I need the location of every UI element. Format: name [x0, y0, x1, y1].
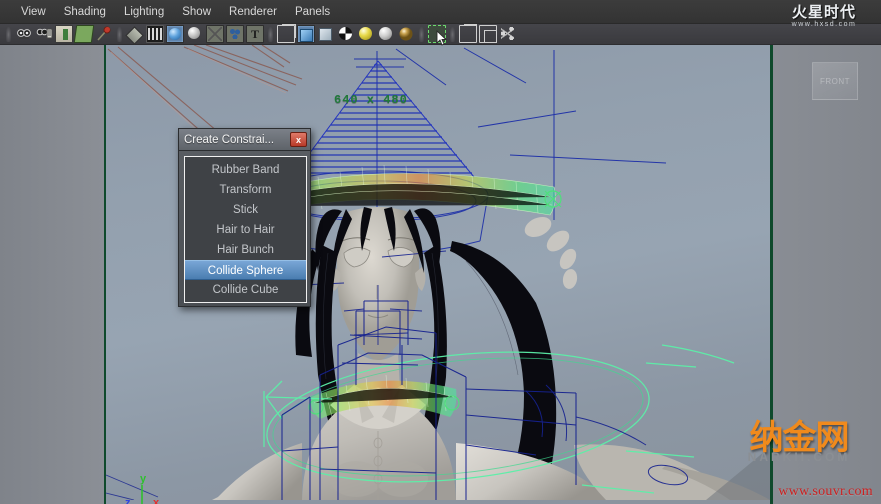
- light-white-icon[interactable]: [377, 25, 395, 43]
- default-material-icon[interactable]: [337, 25, 355, 43]
- axis-label-y: y: [140, 473, 147, 485]
- create-constraint-dialog[interactable]: Create Constrai... x Rubber Band Transfo…: [178, 128, 311, 307]
- select-camera-icon[interactable]: [15, 25, 33, 43]
- wireframe-shading-icon[interactable]: [126, 25, 144, 43]
- list-item-hair-to-hair[interactable]: Hair to Hair: [185, 220, 306, 240]
- menu-item-view[interactable]: View: [12, 4, 55, 20]
- list-item-hair-bunch[interactable]: Hair Bunch: [185, 240, 306, 260]
- film-gate-icon[interactable]: [146, 25, 164, 43]
- isolate-select-icon[interactable]: [459, 24, 477, 43]
- dialog-title: Create Constrai...: [184, 133, 275, 146]
- list-item-collide-cube[interactable]: Collide Cube: [185, 280, 306, 300]
- xray-display-icon[interactable]: [277, 24, 296, 43]
- frame-selection-icon[interactable]: [479, 25, 497, 43]
- camera-attributes-icon[interactable]: [35, 25, 53, 43]
- smooth-shade-all-icon[interactable]: [166, 25, 184, 43]
- pin-icon[interactable]: [95, 25, 113, 43]
- menu-item-shading[interactable]: Shading: [55, 4, 115, 20]
- list-item-transform[interactable]: Transform: [185, 180, 306, 200]
- menu-item-renderer[interactable]: Renderer: [220, 4, 286, 20]
- left-gray-panel: [0, 45, 104, 504]
- list-item-rubber-band[interactable]: Rubber Band: [185, 160, 306, 180]
- book-icon[interactable]: [55, 25, 73, 43]
- light-gold-icon[interactable]: [397, 25, 415, 43]
- xray-active-components-icon[interactable]: [317, 25, 335, 43]
- narkii-watermark-en: NARKII.COM: [747, 450, 851, 464]
- hxsd-watermark-cn: 火星时代: [791, 3, 856, 21]
- resolution-gate-label: 640 x 480: [334, 93, 408, 107]
- menu-item-show[interactable]: Show: [173, 4, 220, 20]
- axis-label-z: z: [125, 497, 131, 504]
- list-item-stick[interactable]: Stick: [185, 200, 306, 220]
- view-cube-widget[interactable]: FRONT: [812, 62, 858, 100]
- texture-display-icon[interactable]: [226, 25, 244, 43]
- light-yellow-icon[interactable]: [357, 25, 375, 43]
- smooth-shade-selected-icon[interactable]: [186, 25, 204, 43]
- toolbar-separator: [450, 26, 455, 42]
- toolbar-separator: [6, 26, 11, 42]
- menu-item-lighting[interactable]: Lighting: [115, 4, 173, 20]
- souvr-watermark-url: www.souvr.com: [778, 484, 873, 499]
- axis-label-x: x: [153, 497, 160, 504]
- list-item-collide-sphere[interactable]: Collide Sphere: [185, 260, 306, 280]
- xray-joints-icon[interactable]: [297, 25, 315, 43]
- share-graph-icon[interactable]: [499, 25, 517, 43]
- menu-item-panels[interactable]: Panels: [286, 4, 339, 20]
- hxsd-watermark: 火星时代 www.hxsd.com: [771, 3, 877, 31]
- mouse-cursor: [436, 29, 448, 46]
- toolbar-separator: [117, 26, 122, 42]
- menu-bar: View Shading Lighting Show Renderer Pane…: [0, 0, 881, 24]
- hxsd-watermark-url: www.hxsd.com: [791, 21, 857, 28]
- leaf-paint-icon[interactable]: [73, 25, 95, 43]
- dialog-title-bar[interactable]: Create Constrai... x: [179, 129, 310, 151]
- toolbar-separator: [419, 26, 424, 42]
- dialog-option-list: Rubber Band Transform Stick Hair to Hair…: [184, 156, 307, 303]
- axis-orientation-gizmo: y z x: [124, 473, 168, 504]
- toolbar-separator: [268, 26, 273, 42]
- narkii-watermark: 纳金网 NARKII.COM: [723, 420, 875, 476]
- close-icon[interactable]: x: [290, 132, 307, 147]
- wireframe-on-shaded-icon[interactable]: [206, 25, 224, 43]
- text-display-icon[interactable]: T: [246, 25, 264, 43]
